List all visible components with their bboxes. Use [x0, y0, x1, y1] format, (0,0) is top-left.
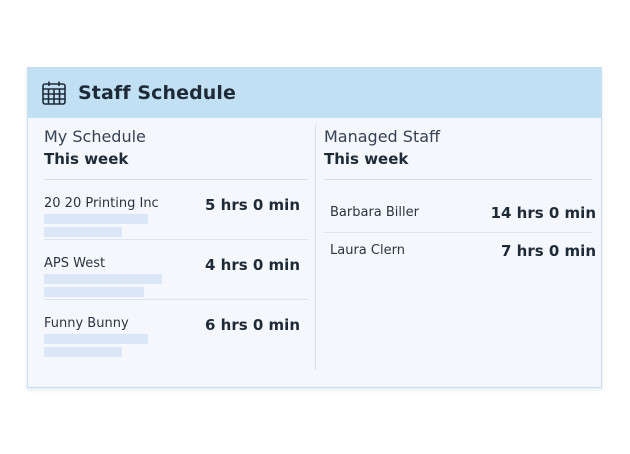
- card-header: Staff Schedule: [28, 68, 601, 118]
- placeholder-bar: [44, 287, 144, 297]
- placeholder-bar: [44, 334, 148, 344]
- time-value: 7 hrs 0 min: [501, 242, 596, 260]
- schedule-row[interactable]: 20 20 Printing Inc 5 hrs 0 min: [44, 180, 308, 240]
- time-value: 6 hrs 0 min: [205, 316, 300, 334]
- staff-schedule-card: Staff Schedule My Schedule This week 20 …: [27, 67, 602, 388]
- staff-row[interactable]: Barbara Biller 14 hrs 0 min: [324, 195, 596, 233]
- schedule-row[interactable]: APS West 4 hrs 0 min: [44, 240, 308, 300]
- managed-staff-section: Managed Staff This week Barbara Biller 1…: [324, 126, 596, 271]
- staff-name: Barbara Biller: [330, 205, 419, 220]
- placeholder-bar: [44, 347, 122, 357]
- client-name: 20 20 Printing Inc: [44, 196, 159, 211]
- time-value: 4 hrs 0 min: [205, 256, 300, 274]
- schedule-row[interactable]: Funny Bunny 6 hrs 0 min: [44, 300, 308, 360]
- my-schedule-subtitle: This week: [44, 150, 129, 168]
- placeholder-bar: [44, 214, 148, 224]
- staff-row[interactable]: Laura Clern 7 hrs 0 min: [324, 233, 596, 271]
- client-name: APS West: [44, 256, 106, 271]
- section-divider: [324, 179, 592, 180]
- my-schedule-title: My Schedule: [44, 127, 146, 146]
- my-schedule-section: My Schedule This week 20 20 Printing Inc…: [44, 126, 308, 360]
- card-title: Staff Schedule: [78, 82, 237, 104]
- client-name: Funny Bunny: [44, 316, 129, 331]
- managed-staff-title: Managed Staff: [324, 127, 441, 146]
- column-divider: [315, 125, 316, 370]
- managed-staff-subtitle: This week: [324, 150, 409, 168]
- placeholder-bar: [44, 274, 162, 284]
- time-value: 14 hrs 0 min: [490, 204, 596, 222]
- time-value: 5 hrs 0 min: [205, 196, 300, 214]
- staff-name: Laura Clern: [330, 243, 405, 258]
- placeholder-bar: [44, 227, 122, 237]
- calendar-icon: [41, 80, 67, 106]
